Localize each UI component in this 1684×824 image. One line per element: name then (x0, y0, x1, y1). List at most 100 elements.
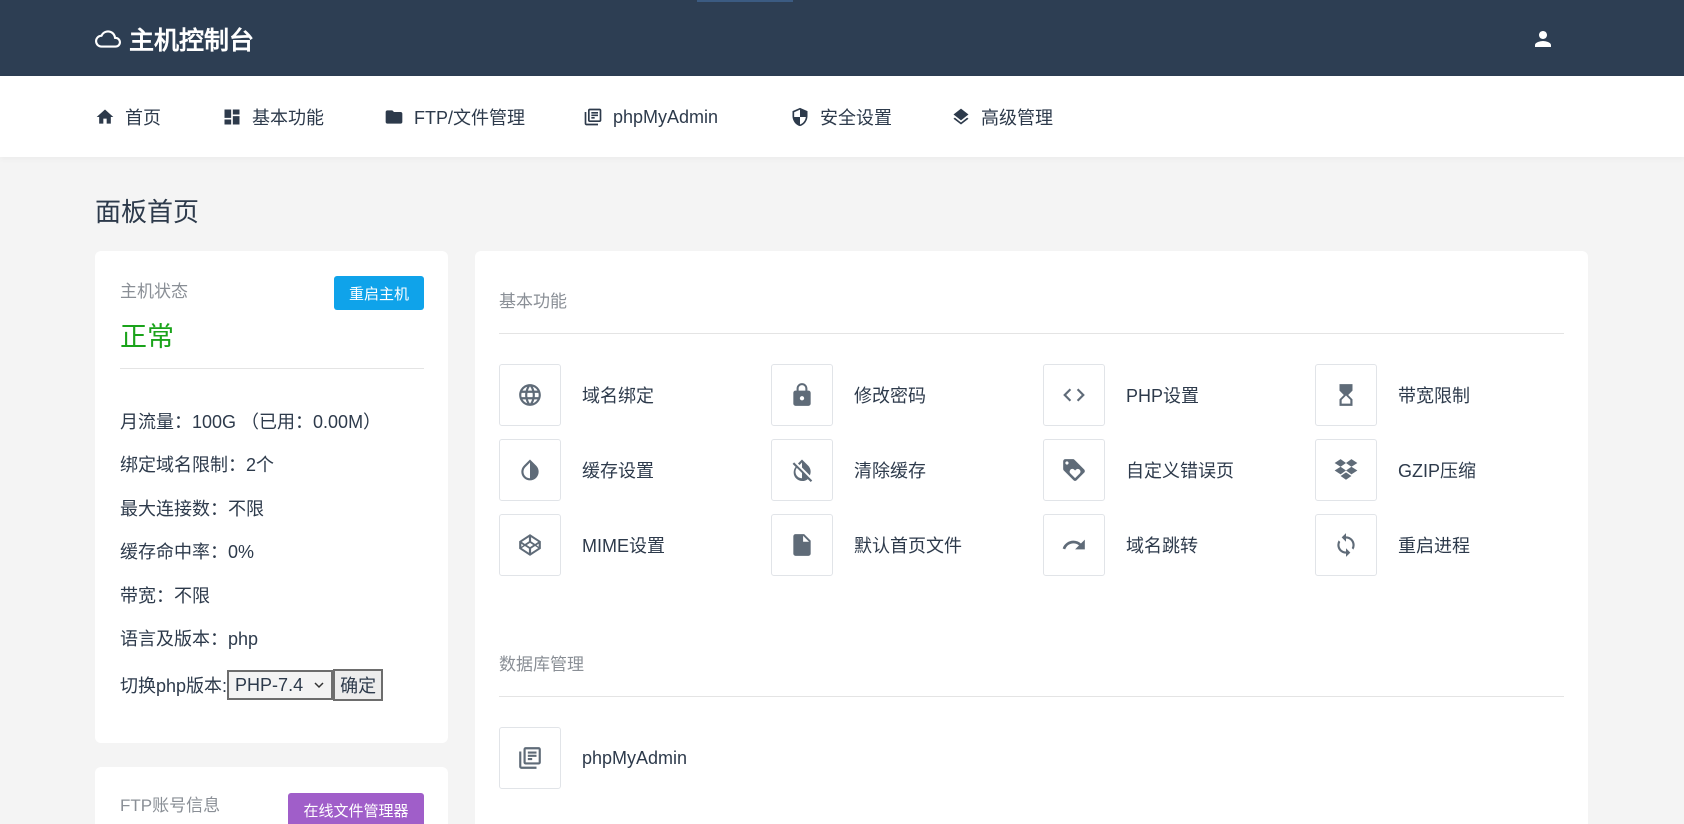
max-connections: 最大连接数：不限 (120, 499, 264, 519)
feature-icon-box (771, 439, 833, 501)
globe-icon (519, 384, 541, 406)
feature-domain-redirect[interactable]: 域名跳转 (1043, 514, 1198, 576)
feature-icon-box (499, 727, 561, 789)
feature-phpmyadmin[interactable]: phpMyAdmin (499, 727, 687, 789)
feature-label: MIME设置 (582, 536, 665, 556)
nav-item-label: 首页 (125, 108, 161, 128)
feature-label: PHP设置 (1126, 386, 1200, 406)
feature-change-password[interactable]: 修改密码 (771, 364, 926, 426)
feature-cache-settings[interactable]: 缓存设置 (499, 439, 654, 501)
nav-item-label: FTP/文件管理 (414, 108, 525, 128)
feature-label: 域名绑定 (582, 386, 654, 406)
restart-host-button[interactable]: 重启主机 (334, 276, 424, 310)
lock-icon (793, 383, 811, 406)
nav-item-advanced[interactable]: 高级管理 (951, 104, 1053, 130)
file-icon (793, 534, 811, 556)
ftp-title: FTP账号信息 (120, 796, 221, 815)
chevron-down-icon (314, 682, 324, 689)
nav-item-label: 基本功能 (252, 108, 324, 128)
feature-label: 重启进程 (1398, 536, 1470, 556)
layers-icon (953, 108, 969, 125)
dropbox-icon (1334, 459, 1358, 480)
feature-icon-box (1315, 514, 1377, 576)
invert-colors-off-icon (792, 459, 813, 483)
feature-bandwidth-limit[interactable]: 带宽限制 (1315, 364, 1470, 426)
feature-icon-box (499, 364, 561, 426)
feature-label: 自定义错误页 (1126, 461, 1234, 481)
header-accent-line (697, 0, 793, 2)
feature-icon-box (1043, 364, 1105, 426)
sync-icon (1337, 533, 1355, 557)
nav-item-home[interactable]: 首页 (95, 104, 161, 130)
feature-label: 默认首页文件 (854, 536, 962, 556)
folder-icon (385, 110, 403, 124)
feature-clear-cache[interactable]: 清除缓存 (771, 439, 926, 501)
feature-icon-box (1043, 514, 1105, 576)
page-title: 面板首页 (95, 197, 200, 227)
feature-custom-error-page[interactable]: 自定义错误页 (1043, 439, 1234, 501)
feature-icon-box (499, 514, 561, 576)
library-icon (519, 747, 541, 769)
feature-icon-box (771, 514, 833, 576)
hourglass-icon (1339, 384, 1353, 406)
divider (499, 696, 1564, 697)
feature-label: GZIP压缩 (1398, 461, 1477, 481)
feature-label: 缓存设置 (582, 461, 654, 481)
php-version-select[interactable]: PHP-7.4 (227, 670, 334, 700)
nav-item-label: 安全设置 (820, 108, 892, 128)
host-status-value: 正常 (120, 322, 174, 352)
feature-domain-binding[interactable]: 域名绑定 (499, 364, 654, 426)
host-status-title: 主机状态 (120, 282, 188, 301)
feature-label: 修改密码 (854, 386, 926, 406)
nav-item-label: 高级管理 (981, 108, 1053, 128)
host-status-card: 主机状态 重启主机 正常 月流量：100G （已用：0.00M） 绑定域名限制：… (95, 251, 448, 743)
php-switch-row: 切换php版本: PHP-7.4 确定 (120, 669, 384, 701)
nav-item-phpmyadmin[interactable]: phpMyAdmin (583, 104, 718, 130)
feature-icon-box (1315, 364, 1377, 426)
confirm-button[interactable]: 确定 (333, 669, 384, 701)
main-nav: 首页 基本功能 FTP/文件管理 phpMyAdmin 安全设置 高级管理 (0, 76, 1684, 157)
nav-item-label: phpMyAdmin (613, 106, 719, 127)
shield-icon (792, 107, 808, 127)
feature-default-index-file[interactable]: 默认首页文件 (771, 514, 962, 576)
top-header: 主机控制台 (0, 0, 1684, 76)
home-icon (96, 109, 114, 124)
php-version-value: PHP-7.4 (235, 674, 304, 695)
cache-hit-rate: 缓存命中率：0% (120, 542, 255, 562)
php-switch-label: 切换php版本: (120, 676, 228, 696)
feature-gzip[interactable]: GZIP压缩 (1315, 439, 1476, 501)
nav-item-basic-functions[interactable]: 基本功能 (222, 104, 324, 130)
contrast-icon (521, 459, 539, 481)
basic-functions-title: 基本功能 (499, 292, 567, 311)
feature-php-settings[interactable]: PHP设置 (1043, 364, 1199, 426)
brand[interactable]: 主机控制台 (95, 22, 254, 56)
file-manager-button[interactable]: 在线文件管理器 (288, 793, 424, 824)
domain-limit: 绑定域名限制：2个 (120, 455, 275, 475)
user-icon (1535, 31, 1551, 47)
feature-restart-process[interactable]: 重启进程 (1315, 514, 1470, 576)
feature-mime-settings[interactable]: MIME设置 (499, 514, 665, 576)
bandwidth: 带宽：不限 (120, 586, 210, 606)
feature-label: 域名跳转 (1126, 536, 1198, 556)
monthly-traffic: 月流量：100G （已用：0.00M） (120, 412, 382, 432)
dashboard-icon (224, 109, 240, 125)
feature-label: 带宽限制 (1398, 386, 1470, 406)
tag-heart-icon (1063, 459, 1085, 481)
divider (499, 333, 1564, 334)
database-title: 数据库管理 (499, 655, 584, 674)
feature-icon-box (499, 439, 561, 501)
feature-icon-box (771, 364, 833, 426)
brand-title: 主机控制台 (129, 27, 255, 55)
cloud-icon (95, 30, 121, 48)
language-version: 语言及版本：php (120, 629, 259, 649)
user-menu-button[interactable] (1528, 24, 1558, 54)
codepen-icon (519, 534, 541, 556)
nav-item-security[interactable]: 安全设置 (790, 104, 892, 130)
divider (120, 368, 424, 369)
feature-icon-box (1043, 439, 1105, 501)
nav-item-ftp[interactable]: FTP/文件管理 (384, 104, 525, 130)
redo-icon (1062, 539, 1085, 550)
feature-label: 清除缓存 (854, 461, 926, 481)
library-icon (584, 108, 602, 126)
code-icon (1063, 388, 1085, 402)
